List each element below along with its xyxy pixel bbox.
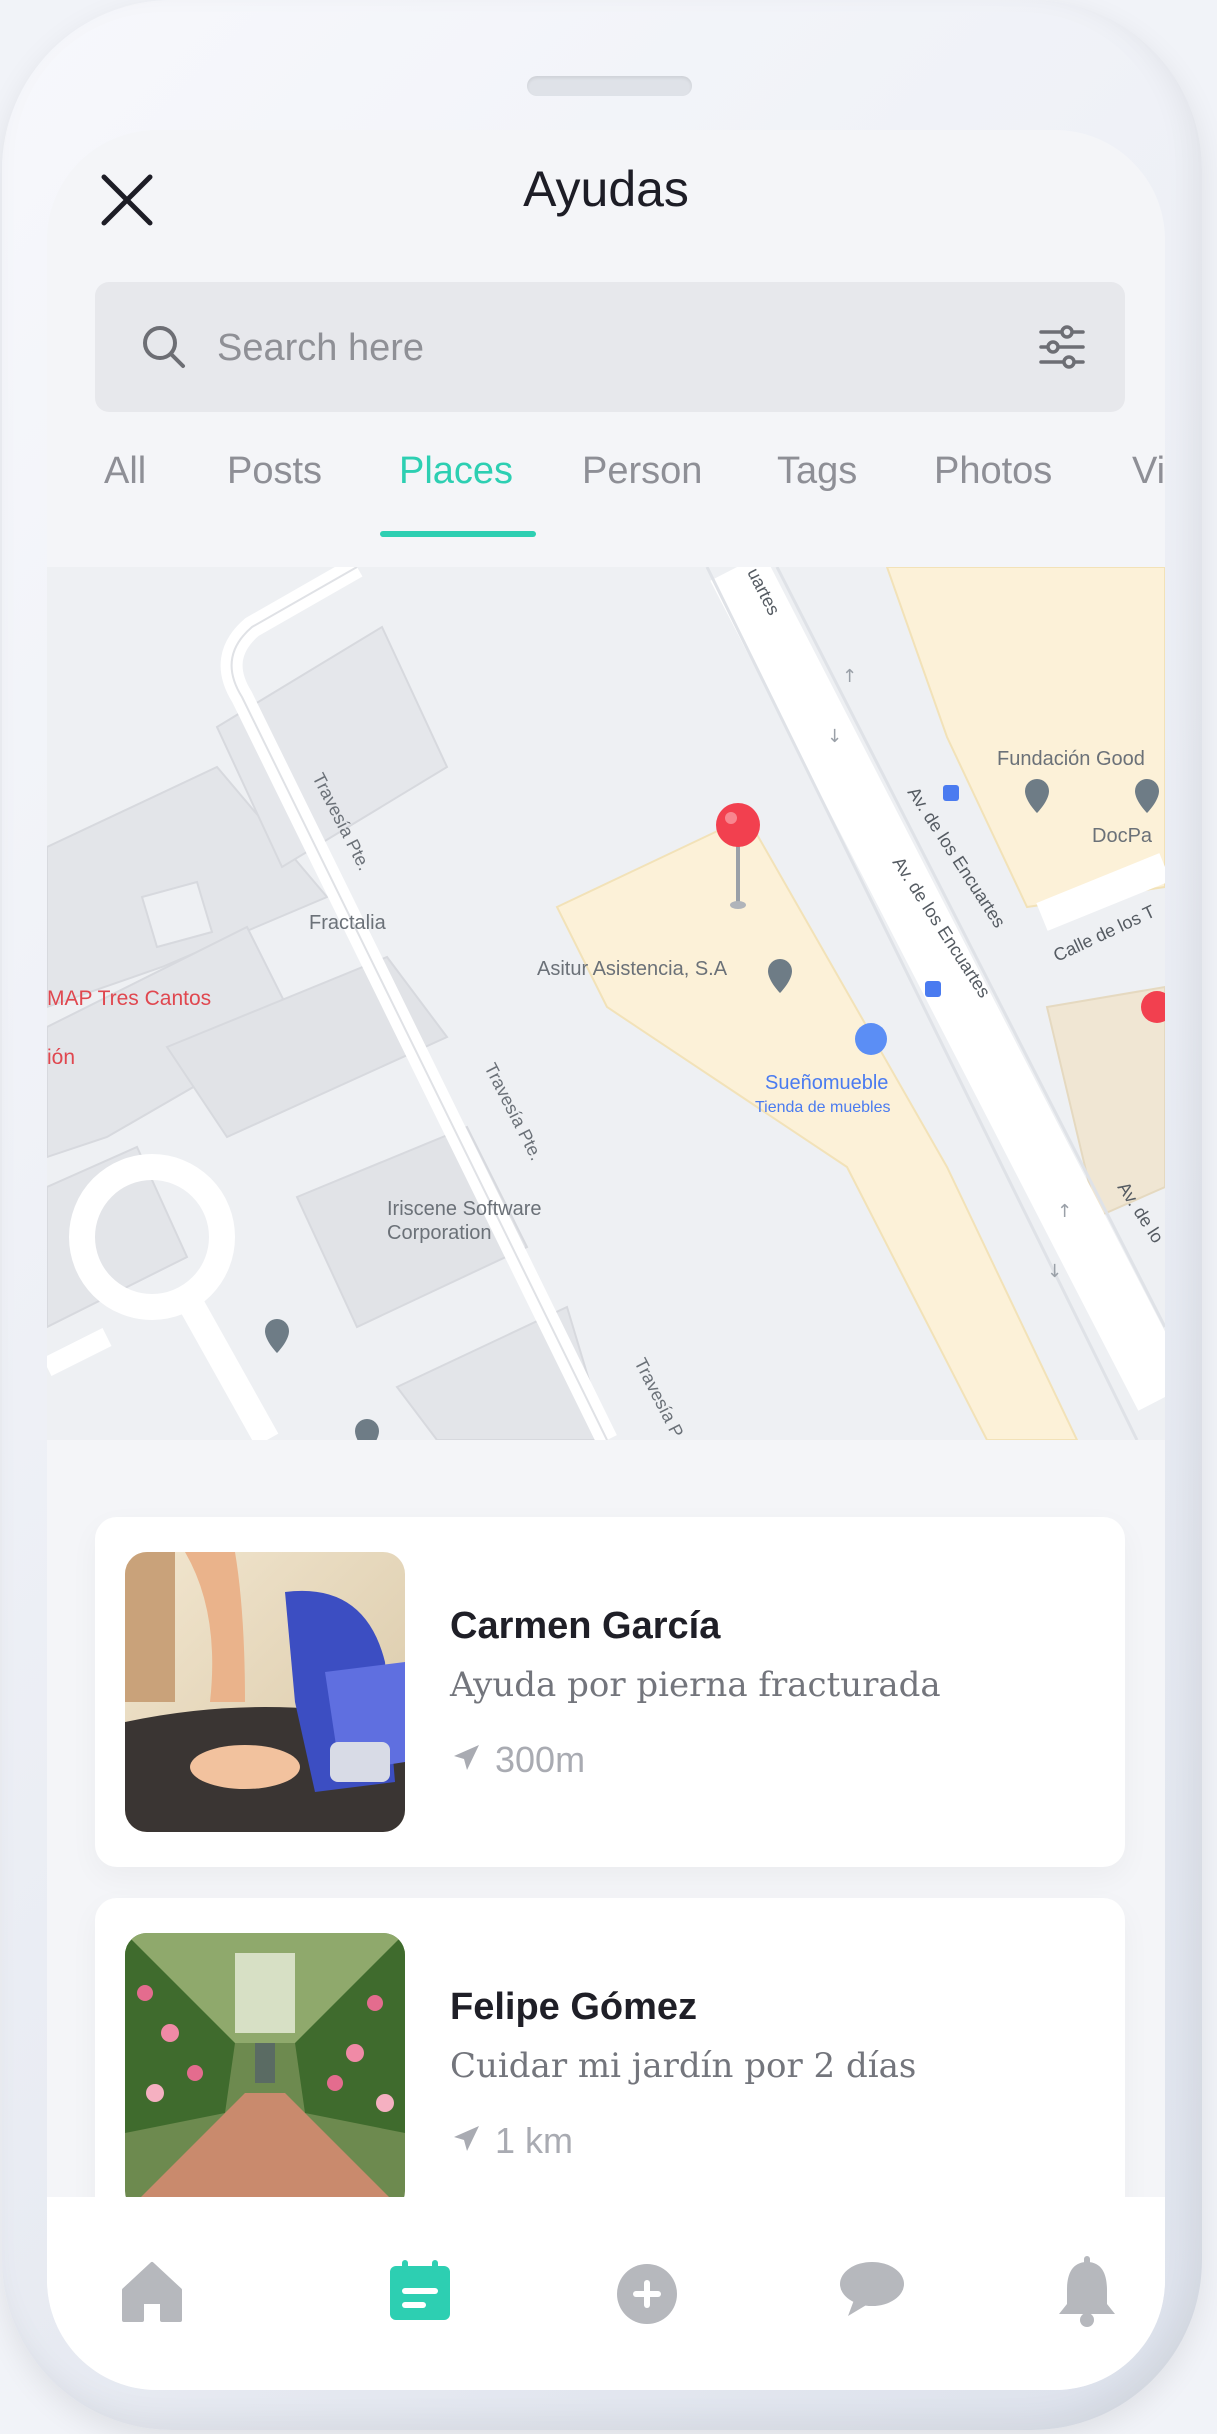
bottom-navigation — [47, 2197, 1165, 2390]
list-icon — [390, 2260, 450, 2320]
card-name: Carmen García — [450, 1605, 721, 1647]
helper-card[interactable]: Carmen García Ayuda por pierna fracturad… — [95, 1517, 1125, 1867]
bell-icon — [1059, 2256, 1115, 2327]
search-icon — [143, 326, 185, 368]
tab-person[interactable]: Person — [582, 450, 702, 493]
map-label-tienda: Tienda de muebles — [755, 1099, 891, 1116]
map-view[interactable]: ↑ ↓ ↑ ↓ MAP Tres Cantos ión Fractalia Ir… — [47, 567, 1165, 1440]
tab-tags[interactable]: Tags — [777, 450, 857, 493]
phone-frame: Ayudas All Posts Places Person Tags Phot — [2, 0, 1202, 2430]
map-label-docpa: DocPa — [1092, 825, 1153, 847]
map-label-asitur: Asitur Asistencia, S.A — [537, 958, 728, 980]
map-label-iriscene-1: Iriscene Software — [387, 1198, 542, 1220]
chat-icon — [840, 2262, 904, 2316]
search-input[interactable] — [215, 312, 979, 384]
card-description: Ayuda por pierna fracturada — [450, 1665, 941, 1705]
app-screen: Ayudas All Posts Places Person Tags Phot — [47, 130, 1165, 2390]
page-title: Ayudas — [523, 161, 689, 217]
map-label-fractalia: Fractalia — [309, 912, 387, 934]
tab-posts[interactable]: Posts — [227, 450, 322, 493]
card-distance: 300m — [495, 1739, 586, 1780]
filter-icon[interactable] — [1035, 320, 1089, 374]
nav-notifications[interactable] — [1047, 2252, 1127, 2332]
map-label-iriscene-2: Corporation — [387, 1222, 492, 1244]
card-photo-carmen — [125, 1552, 405, 1832]
tab-places[interactable]: Places — [399, 450, 513, 493]
card-photo-felipe — [125, 1933, 405, 2213]
add-icon — [617, 2264, 677, 2324]
map-label-suenomueble: Sueñomueble — [765, 1072, 888, 1094]
card-distance: 1 km — [495, 2120, 574, 2161]
map-label-fundacion: Fundación Good — [997, 748, 1145, 770]
map-label-map-tres-cantos: MAP Tres Cantos — [47, 987, 211, 1010]
category-tabs: All Posts Places Person Tags Photos Vi — [47, 450, 1165, 530]
map-canvas: ↑ ↓ ↑ ↓ MAP Tres Cantos ión Fractalia Ir… — [47, 567, 1165, 1440]
active-tab-indicator — [380, 531, 536, 537]
distance-arrow-icon — [454, 2126, 479, 2151]
svg-text:↑: ↑ — [1057, 1201, 1072, 1222]
svg-text:↓: ↓ — [827, 726, 842, 747]
nav-add[interactable] — [607, 2252, 687, 2332]
search-bar — [95, 282, 1125, 412]
home-icon — [122, 2262, 182, 2322]
svg-text:↑: ↑ — [842, 666, 857, 687]
tab-all[interactable]: All — [104, 450, 146, 493]
nav-list[interactable] — [380, 2252, 460, 2332]
card-name: Felipe Gómez — [450, 1986, 698, 2028]
tab-photos[interactable]: Photos — [934, 450, 1052, 493]
speaker-grille — [527, 76, 692, 96]
card-description: Cuidar mi jardín por 2 días — [450, 2046, 917, 2086]
distance-arrow-icon — [454, 1745, 479, 1770]
helper-card[interactable]: Felipe Gómez Cuidar mi jardín por 2 días… — [95, 1898, 1125, 2248]
tab-videos[interactable]: Vi — [1132, 450, 1165, 493]
nav-home[interactable] — [112, 2252, 192, 2332]
map-label-ion: ión — [47, 1046, 75, 1069]
nav-chat[interactable] — [832, 2252, 912, 2332]
svg-text:↓: ↓ — [1047, 1261, 1062, 1282]
